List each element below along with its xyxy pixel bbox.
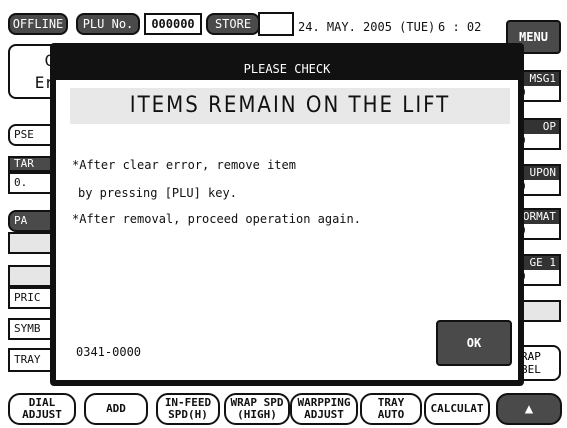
scale-screen: OFFLINE PLU No. 000000 STORE 24. MAY. 20… <box>0 0 567 428</box>
wrapping-adjust-key[interactable]: WARPPING ADJUST <box>290 393 358 425</box>
plu-label: PLU No. <box>76 13 140 35</box>
ok-button[interactable]: OK <box>436 320 512 366</box>
key-label: ADD <box>106 402 126 415</box>
plu-number-field[interactable]: 000000 <box>144 13 202 35</box>
up-arrow-icon: ▲ <box>524 401 534 417</box>
add-key[interactable]: ADD <box>84 393 148 425</box>
key-label: WRAP SPD (HIGH) <box>230 396 284 421</box>
time-display: 6 : 02 <box>438 20 482 34</box>
key-label: TRAY AUTO <box>377 396 405 421</box>
instruction-line-1: *After clear error, remove item <box>72 158 296 172</box>
wrap-speed-key[interactable]: WRAP SPD (HIGH) <box>224 393 290 425</box>
dialog-title: PLEASE CHECK <box>56 58 518 80</box>
error-code: 0341-0000 <box>76 345 142 359</box>
offline-indicator: OFFLINE <box>8 13 68 35</box>
error-message: ITEMS REMAIN ON THE LIFT <box>70 88 510 124</box>
up-arrow-key[interactable]: ▲ <box>496 393 562 425</box>
store-label: STORE <box>206 13 260 35</box>
instruction-line-2: by pressing [PLU] key. <box>78 186 237 200</box>
store-field[interactable] <box>258 12 294 36</box>
instruction-line-3: *After removal, proceed operation again. <box>72 212 361 226</box>
calculate-key[interactable]: CALCULAT <box>424 393 490 425</box>
key-label: CALCULAT <box>430 402 484 415</box>
key-label: DIAL ADJUST <box>22 396 62 421</box>
dial-adjust-key[interactable]: DIAL ADJUST <box>8 393 76 425</box>
tray-auto-key[interactable]: TRAY AUTO <box>360 393 422 425</box>
key-label: WARPPING ADJUST <box>297 396 351 421</box>
key-label: IN-FEED SPD(H) <box>164 396 212 421</box>
in-feed-speed-key[interactable]: IN-FEED SPD(H) <box>156 393 220 425</box>
date-display: 24. MAY. 2005 (TUE) <box>298 20 436 34</box>
